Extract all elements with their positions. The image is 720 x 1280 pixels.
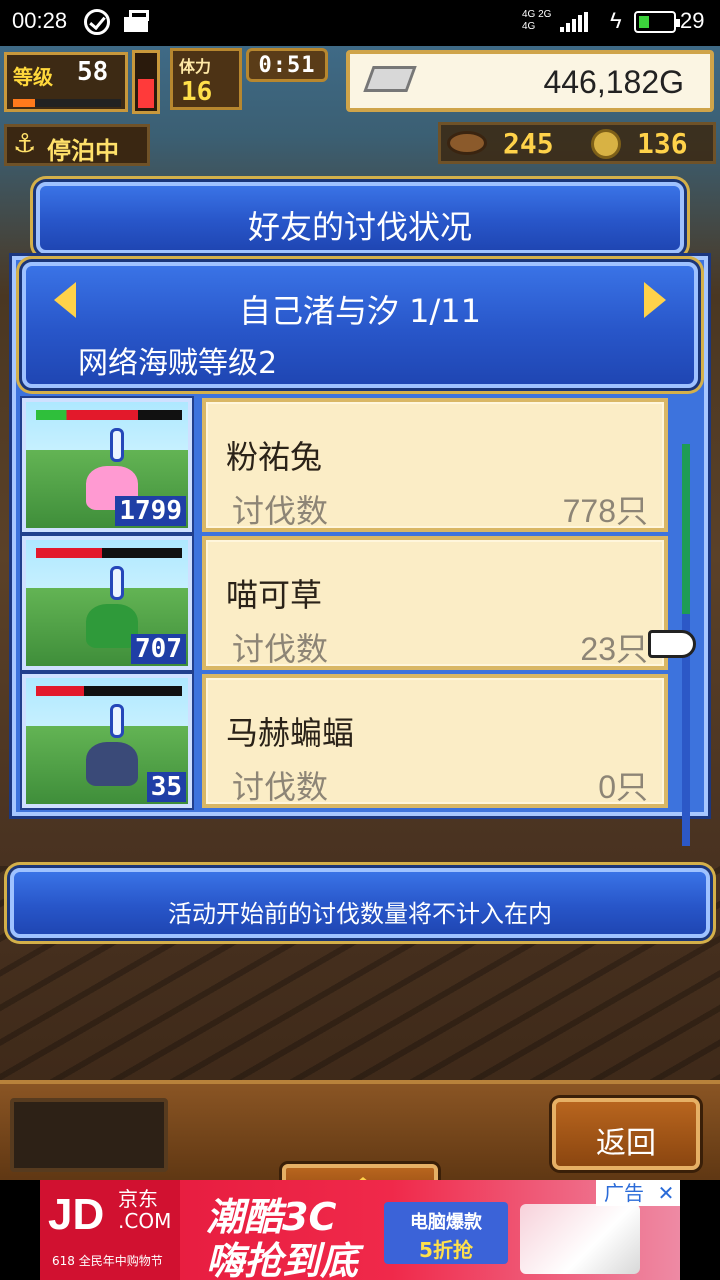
list-item[interactable]: 35 马赫蝙蝠 讨伐数 0只 — [22, 674, 670, 808]
battery-icon — [634, 11, 680, 33]
level-progress-bar — [13, 99, 121, 107]
jd-logo-subtext: 京东 .COM — [118, 1187, 172, 1233]
timer-value: 0:51 — [258, 53, 316, 78]
jd-logo-text: JD — [48, 1190, 105, 1239]
ad-deal-title: 电脑爆款 — [410, 1212, 482, 1233]
close-icon[interactable]: ✕ — [652, 1180, 680, 1206]
dialog-title-panel: 好友的讨伐状况 — [36, 182, 684, 254]
ad-slogan: 嗨抢到底 — [206, 1239, 359, 1280]
status-bar: 00:28 4G 2G 4G ϟ 29 — [0, 0, 720, 46]
anchor-icon: ⚓ — [13, 129, 37, 159]
wood-value: 245 — [503, 127, 554, 160]
monster-card[interactable]: 喵可草 讨伐数 23只 — [202, 536, 668, 670]
exclamation-icon — [110, 566, 124, 600]
kills-value: 778只 — [562, 493, 648, 529]
stamina-value: 16 — [181, 77, 213, 107]
friend-name: 自己渚与汐 1/11 — [238, 292, 482, 330]
pirate-level: 网络海贼等级2 — [78, 346, 278, 381]
monster-count-badge: 35 — [146, 772, 186, 802]
empty-slot — [10, 1098, 168, 1172]
back-button[interactable]: 返回 — [552, 1098, 700, 1170]
kills-value: 0只 — [598, 769, 648, 805]
notice-text: 活动开始前的讨伐数量将不计入在内 — [168, 900, 552, 928]
money-value: 446,182G — [543, 64, 684, 100]
player-level-box: 等级 58 — [4, 52, 128, 112]
list-item[interactable]: 1799 粉祐兔 讨伐数 778只 — [22, 398, 670, 532]
kills-label: 讨伐数 — [232, 630, 329, 668]
jd-logo-tagline: 618 全民年中购物节 — [52, 1254, 163, 1268]
medal-value: 136 — [637, 127, 688, 160]
briefcase-icon — [124, 10, 149, 32]
network-type: 4G 2G 4G — [522, 9, 552, 32]
battery-level: 29 — [680, 8, 705, 33]
kills-label: 讨伐数 — [232, 492, 329, 530]
charging-icon: ϟ — [610, 8, 622, 33]
back-button-label: 返回 — [596, 1126, 656, 1161]
notice-panel: 活动开始前的讨伐数量将不计入在内 — [10, 868, 710, 938]
level-value: 58 — [77, 57, 109, 87]
monster-card[interactable]: 粉祐兔 讨伐数 778只 — [202, 398, 668, 532]
check-circle-icon — [84, 9, 110, 35]
resource-box: 245 136 — [438, 122, 716, 164]
signal-icon — [560, 12, 596, 32]
jd-logo: JD 京东 .COM 618 全民年中购物节 — [40, 1180, 180, 1280]
level-label: 等级 — [13, 65, 53, 89]
monster-hp-bar — [36, 548, 182, 558]
monster-count-badge: 707 — [131, 634, 186, 664]
silver-bar-icon — [363, 66, 417, 92]
stamina-label: 体力 — [179, 57, 212, 76]
monster-name: 粉祐兔 — [226, 438, 323, 476]
money-box: 446,182G — [346, 50, 714, 112]
monster-name: 喵可草 — [226, 576, 323, 614]
hp-gauge — [132, 50, 160, 114]
clock: 00:28 — [12, 8, 68, 33]
anchored-status[interactable]: ⚓ 停泊中 — [4, 124, 150, 166]
wood-barrel-icon — [447, 131, 487, 155]
ad-label: 广告 — [596, 1180, 652, 1206]
timer-box: 0:51 — [246, 48, 328, 82]
bat-monster-icon — [86, 742, 138, 786]
exclamation-icon — [110, 704, 124, 738]
list-item[interactable]: 707 喵可草 讨伐数 23只 — [22, 536, 670, 670]
monster-count-badge: 1799 — [115, 496, 186, 526]
friend-header: 自己渚与汐 1/11 网络海贼等级2 — [22, 262, 698, 388]
pointing-hand-icon — [648, 630, 696, 658]
monster-card[interactable]: 马赫蝙蝠 讨伐数 0只 — [202, 674, 668, 808]
dialog-title: 好友的讨伐状况 — [247, 208, 472, 246]
game-scene: 等级 58 体力 16 0:51 446,182G ⚓ 停泊中 245 136 … — [0, 46, 720, 1180]
ad-product-image — [520, 1204, 640, 1274]
expand-menu-button[interactable] — [282, 1164, 438, 1180]
stamina-box: 体力 16 — [170, 48, 242, 110]
monster-name: 马赫蝙蝠 — [226, 714, 355, 752]
next-friend-arrow-icon[interactable] — [644, 282, 666, 318]
kills-value: 23只 — [580, 631, 648, 667]
monster-thumbnail: 1799 — [22, 398, 192, 532]
monster-hp-bar — [36, 686, 182, 696]
ad-deal-badge: 电脑爆款 5折抢 — [384, 1202, 508, 1264]
monster-thumbnail: 35 — [22, 674, 192, 808]
scrollbar-thumb[interactable] — [682, 444, 690, 614]
exclamation-icon — [110, 428, 124, 462]
ad-deal-discount: 5折抢 — [419, 1238, 473, 1262]
kills-label: 讨伐数 — [232, 768, 329, 806]
monster-hp-bar — [36, 410, 182, 420]
ad-banner[interactable]: JD 京东 .COM 618 全民年中购物节 潮酷3C 嗨抢到底 电脑爆款 5折… — [40, 1180, 680, 1280]
monster-thumbnail: 707 — [22, 536, 192, 670]
anchored-label: 停泊中 — [47, 137, 119, 165]
medal-coin-icon — [591, 129, 621, 159]
